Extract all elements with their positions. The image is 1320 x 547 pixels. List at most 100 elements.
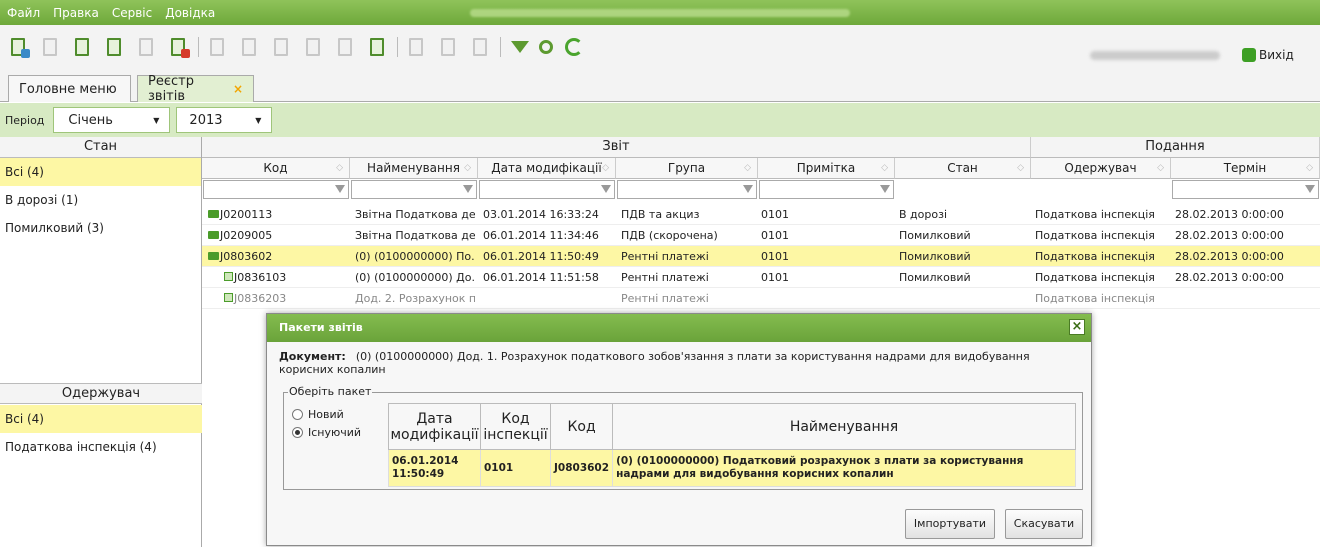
packages-table: Дата модифікації Код інспекції Код Найме… xyxy=(388,403,1076,487)
fieldset-legend: Оберіть пакет xyxy=(288,385,373,398)
toolbar xyxy=(0,25,1320,68)
print-icon[interactable] xyxy=(239,36,261,58)
filter-icon xyxy=(880,185,890,193)
period-label: Період xyxy=(5,113,45,127)
refresh-icon[interactable] xyxy=(565,37,583,56)
table-row[interactable]: J0836203 Дод. 2. Розрахунок п... Рентні … xyxy=(202,288,1320,309)
table-row[interactable]: J0209005 Звітна Податкова дек... 06.01.2… xyxy=(202,225,1320,246)
toolbar-separator xyxy=(198,36,199,57)
tab-reports-registry[interactable]: Реєстр звітів × xyxy=(137,74,254,104)
column-header-state[interactable]: Стан ◇ xyxy=(895,158,1031,179)
table-row[interactable]: J0200113 Звітна Податкова дек... 03.01.2… xyxy=(202,204,1320,225)
filter-icon xyxy=(335,185,345,193)
filter-group-input[interactable] xyxy=(617,180,757,199)
exit-button[interactable]: Вихід xyxy=(1242,48,1294,62)
menu-edit[interactable]: Правка xyxy=(53,6,99,20)
chevron-down-icon: ▼ xyxy=(153,115,160,125)
column-header-modified: Дата модифікації xyxy=(388,403,481,450)
list-delete-icon[interactable] xyxy=(470,36,492,58)
folder-icon xyxy=(208,231,219,239)
sort-icon: ◇ xyxy=(602,163,609,173)
radio-existing-package[interactable]: Існуючий xyxy=(292,426,361,439)
left-filter-panel: Стан Всі (4) В дорозі (1) Помилковий (3)… xyxy=(0,137,202,547)
table-row-selected[interactable]: J0803602 (0) (0100000000) По... 06.01.20… xyxy=(202,246,1320,267)
receiver-item-tax-inspection[interactable]: Податкова інспекція (4) xyxy=(0,433,202,461)
exit-label: Вихід xyxy=(1259,48,1294,62)
column-header-receiver[interactable]: Одержувач ◇ xyxy=(1031,158,1171,179)
column-header-name: Найменування xyxy=(612,403,1076,450)
month-value: Січень xyxy=(68,112,113,128)
filter-icon[interactable] xyxy=(511,40,529,53)
radio-new-package[interactable]: Новий xyxy=(292,408,344,421)
state-item-all[interactable]: Всі (4) xyxy=(0,158,201,186)
column-header-deadline[interactable]: Термін ◇ xyxy=(1171,158,1320,179)
month-select[interactable]: Січень ▼ xyxy=(53,107,171,133)
package-icon[interactable] xyxy=(136,36,158,58)
toolbar-separator xyxy=(500,36,501,57)
sort-icon: ◇ xyxy=(464,163,471,173)
import-button[interactable]: Імпортувати xyxy=(905,509,995,539)
register-icon[interactable] xyxy=(303,36,325,58)
menu-help[interactable]: Довідка xyxy=(165,6,215,20)
filter-icon xyxy=(601,185,611,193)
search-icon[interactable] xyxy=(539,39,553,54)
document-icon xyxy=(224,293,233,302)
open-report-icon[interactable] xyxy=(72,36,94,58)
column-header-code: Код xyxy=(549,403,614,450)
document-icon xyxy=(224,272,233,281)
table-row[interactable]: J0836103 (0) (0100000000) До... 06.01.20… xyxy=(202,267,1320,288)
menu-service[interactable]: Сервіс xyxy=(112,6,152,20)
column-header-note[interactable]: Примітка ◇ xyxy=(758,158,895,179)
column-header-modified[interactable]: Дата модифікації ◇ xyxy=(478,158,616,179)
period-bar: Період Січень ▼ 2013 ▼ xyxy=(0,103,1320,137)
filter-note-input[interactable] xyxy=(759,180,894,199)
filter-deadline-input[interactable] xyxy=(1172,180,1319,199)
document-text: (0) (0100000000) Дод. 1. Розрахунок пода… xyxy=(279,350,1030,376)
dialog-title-bar: Пакети звітів × xyxy=(267,314,1091,342)
column-header-group[interactable]: Група ◇ xyxy=(616,158,758,179)
chevron-down-icon: ▼ xyxy=(255,115,262,125)
exit-icon xyxy=(1242,48,1256,62)
list-edit-icon[interactable] xyxy=(438,36,460,58)
receiver-item-all[interactable]: Всі (4) xyxy=(0,405,202,433)
close-icon[interactable]: × xyxy=(1069,319,1085,335)
filter-code-input[interactable] xyxy=(203,180,349,199)
state-item-error[interactable]: Помилковий (3) xyxy=(0,214,201,242)
filter-name-input[interactable] xyxy=(351,180,477,199)
filter-modified-input[interactable] xyxy=(479,180,615,199)
column-header-code[interactable]: Код ◇ xyxy=(202,158,350,179)
document-label: Документ: xyxy=(279,350,346,363)
year-select[interactable]: 2013 ▼ xyxy=(176,107,273,133)
menu-file[interactable]: Файл xyxy=(7,6,40,20)
save-icon[interactable] xyxy=(207,36,229,58)
sort-icon: ◇ xyxy=(1157,163,1164,173)
new-report-icon[interactable] xyxy=(8,36,30,58)
column-header-name[interactable]: Найменування ◇ xyxy=(350,158,478,179)
receive-mail-icon[interactable] xyxy=(367,36,389,58)
tab-label: Головне меню xyxy=(19,81,117,97)
filter-icon xyxy=(1305,185,1315,193)
delete-report-icon[interactable] xyxy=(168,36,190,58)
group-header-submission: Подання xyxy=(1031,137,1320,158)
list-icon[interactable] xyxy=(406,36,428,58)
filter-icon xyxy=(743,185,753,193)
receiver-header: Одержувач xyxy=(0,383,202,404)
radio-circle-checked xyxy=(292,427,303,438)
table-row-selected[interactable]: 06.01.2014 11:50:49 0101 J0803602 (0) (0… xyxy=(388,449,1076,487)
sort-icon: ◇ xyxy=(1306,163,1313,173)
sort-icon: ◇ xyxy=(1017,163,1024,173)
tab-main-menu[interactable]: Головне меню xyxy=(8,75,131,102)
copy-report-icon[interactable] xyxy=(104,36,126,58)
reports-grid: Звіт Подання Код ◇ Найменування ◇ Дата мод… xyxy=(202,137,1320,309)
cancel-button[interactable]: Скасувати xyxy=(1005,509,1083,539)
edit-report-icon[interactable] xyxy=(40,36,62,58)
state-item-in-transit[interactable]: В дорозі (1) xyxy=(0,186,201,214)
folder-open-icon xyxy=(208,252,219,260)
close-tab-icon[interactable]: × xyxy=(233,82,243,96)
radio-circle xyxy=(292,409,303,420)
tab-bar: Головне меню Реєстр звітів × xyxy=(0,68,1320,104)
window-title-redacted xyxy=(470,9,850,17)
tab-label: Реєстр звітів xyxy=(148,74,194,104)
sign-icon[interactable] xyxy=(271,36,293,58)
send-mail-icon[interactable] xyxy=(335,36,357,58)
